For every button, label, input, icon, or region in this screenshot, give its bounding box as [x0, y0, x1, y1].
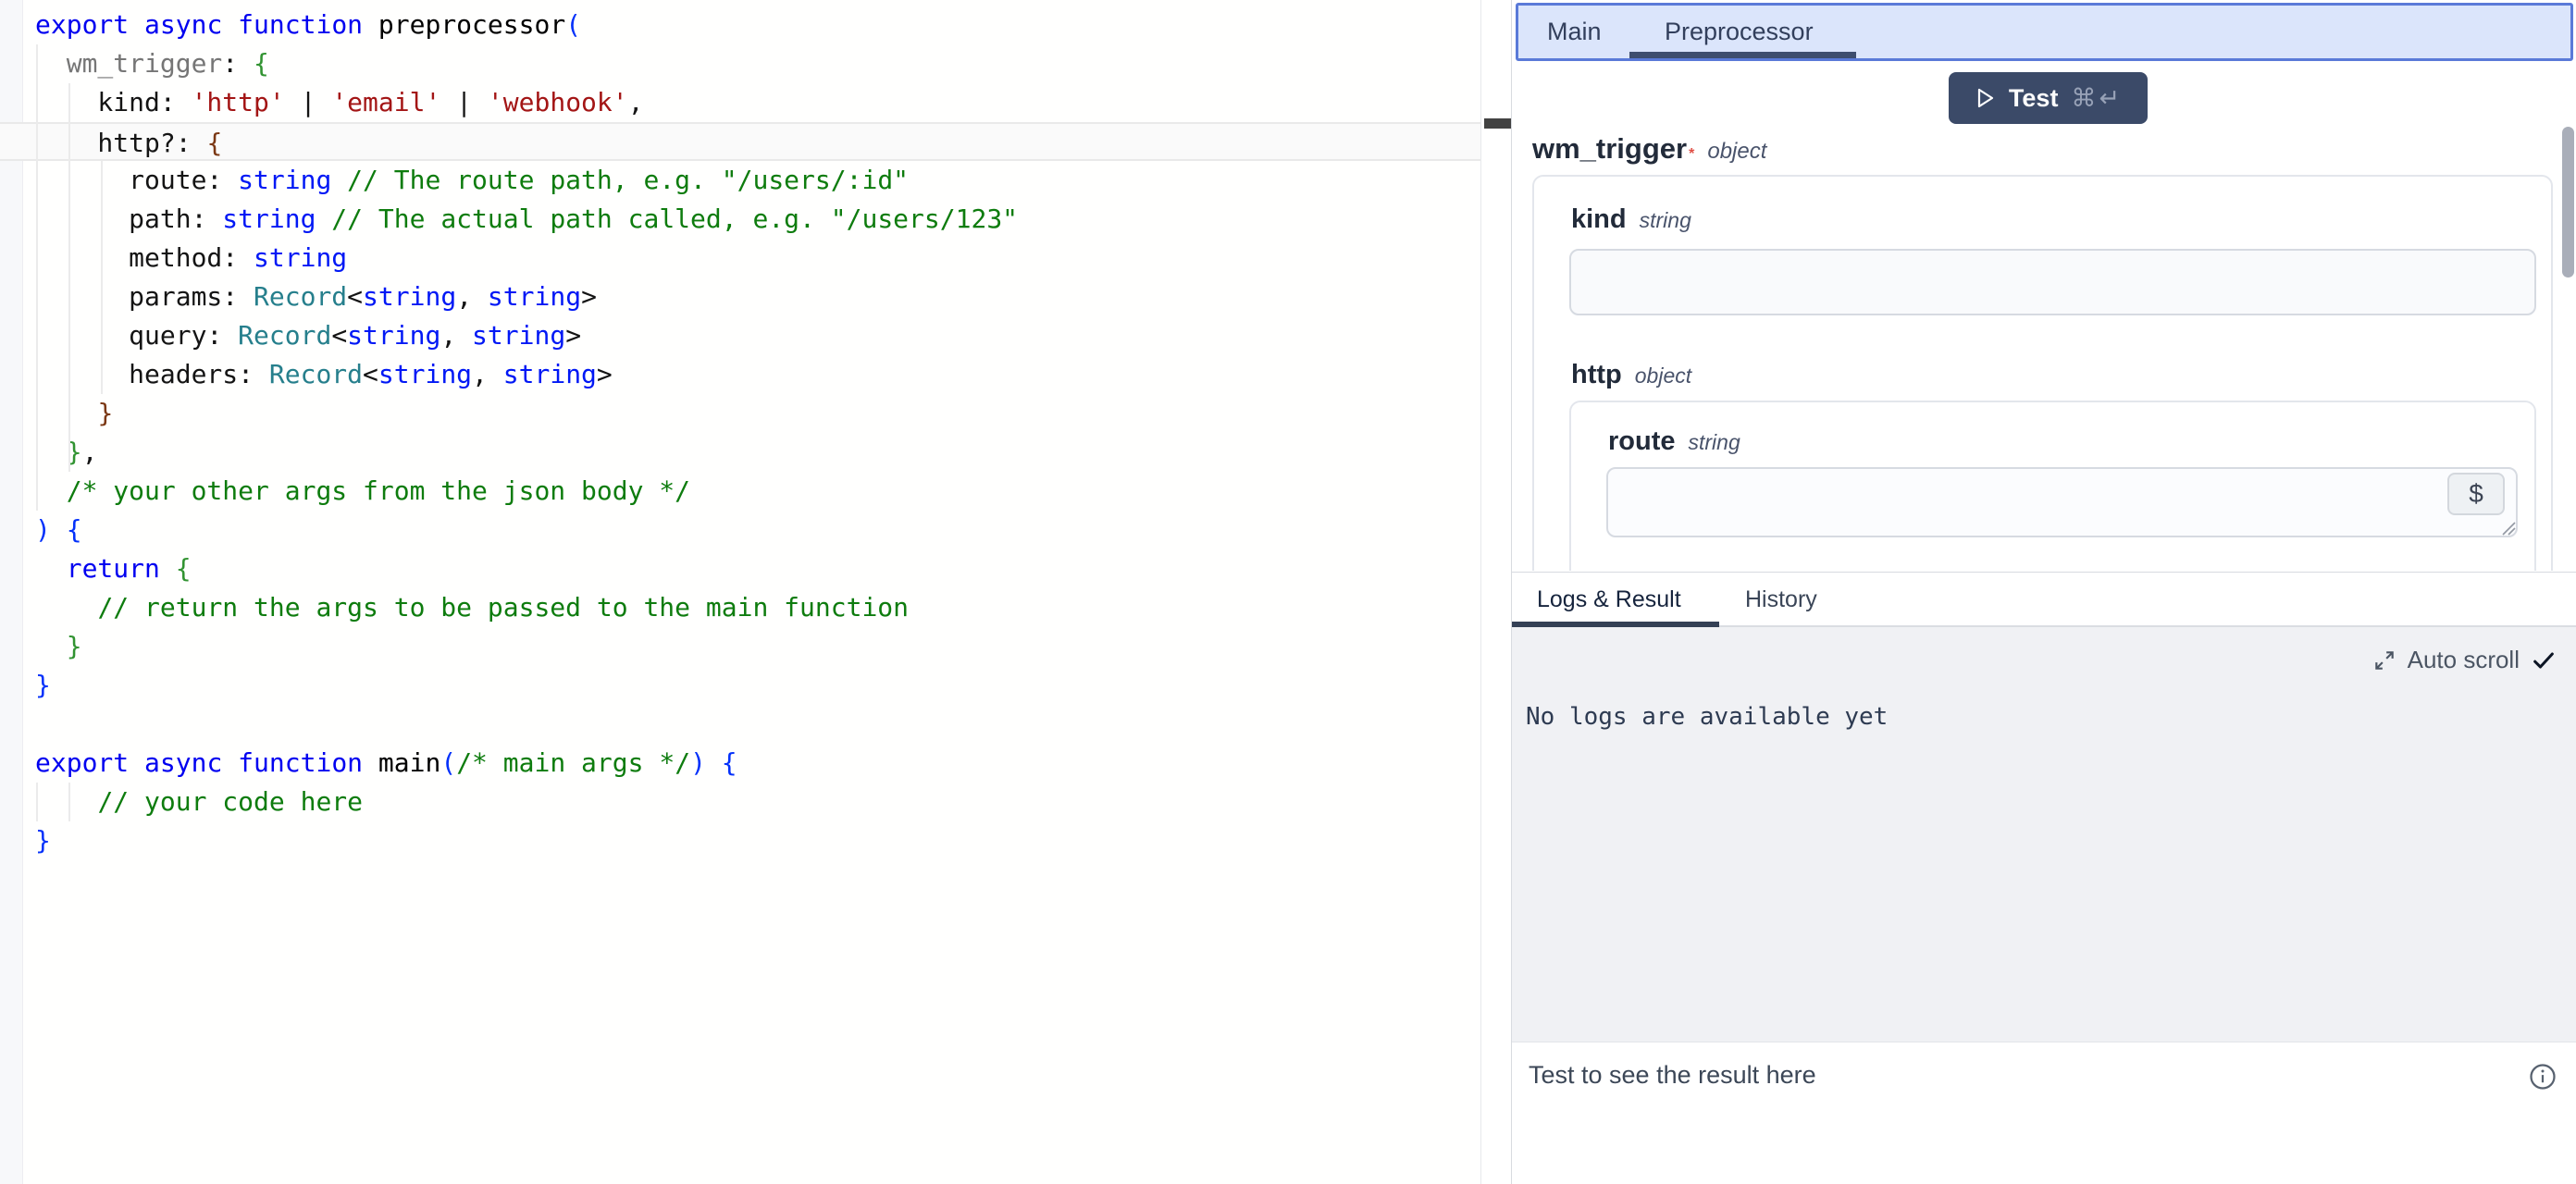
check-icon — [2531, 648, 2557, 673]
auto-scroll-label: Auto scroll — [2408, 646, 2520, 674]
code-line: }, — [0, 433, 1480, 472]
field-name: wm_trigger — [1532, 132, 1687, 166]
indent-guide — [36, 783, 38, 821]
test-shortcut: ⌘↵ — [2071, 84, 2123, 113]
required-marker: * — [1689, 146, 1694, 163]
code-line: } — [0, 394, 1480, 433]
field-type: object — [1635, 364, 1691, 388]
field-type: string — [1689, 430, 1740, 455]
editor-scrollbar-track[interactable] — [1481, 0, 1511, 1184]
editor-cursor-overview-marker — [1484, 118, 1511, 129]
form-scrollbar-thumb[interactable] — [2562, 127, 2574, 278]
code-line: query: Record<string, string> — [0, 316, 1480, 355]
code-line: kind: 'http' | 'email' | 'webhook', — [0, 83, 1480, 122]
route-input[interactable] — [1606, 467, 2518, 537]
code-line: export async function preprocessor( — [0, 6, 1480, 44]
kind-input[interactable] — [1569, 249, 2536, 315]
test-panel: Main Preprocessor Test ⌘↵ wm_trigger* ob… — [1511, 0, 2576, 1184]
test-button[interactable]: Test ⌘↵ — [1949, 72, 2148, 124]
logs-output: Auto scroll No logs are available yet — [1512, 627, 2576, 1042]
code-line: } — [0, 821, 1480, 860]
code-line: route: string // The route path, e.g. "/… — [0, 161, 1480, 200]
code-line: // return the args to be passed to the m… — [0, 588, 1480, 627]
expand-icon[interactable] — [2372, 648, 2396, 672]
auto-scroll-toggle[interactable]: Auto scroll — [2372, 646, 2557, 674]
no-logs-message: No logs are available yet — [1526, 703, 1888, 731]
field-type: string — [1640, 208, 1691, 233]
field-name: http — [1571, 360, 1622, 390]
code-line: ) { — [0, 511, 1480, 549]
code-lines: export async function preprocessor( wm_t… — [0, 6, 1480, 860]
code-line: } — [0, 666, 1480, 705]
code-line: params: Record<string, string> — [0, 278, 1480, 316]
tab-history[interactable]: History — [1745, 573, 1817, 626]
field-name: route — [1608, 426, 1676, 457]
code-line: } — [0, 627, 1480, 666]
schema-form: wm_trigger* object kind string http obje… — [1512, 123, 2576, 571]
result-placeholder: Test to see the result here — [1529, 1061, 1816, 1090]
test-button-label: Test — [2009, 84, 2059, 113]
resize-handle-icon[interactable] — [2499, 519, 2516, 536]
indent-guide — [68, 783, 70, 821]
field-route: route string — [1608, 426, 1740, 457]
script-editor-page: export async function preprocessor( wm_t… — [0, 0, 2576, 1184]
info-icon[interactable] — [2529, 1063, 2557, 1091]
code-line: wm_trigger: { — [0, 44, 1480, 83]
field-http: http object — [1571, 360, 1691, 390]
tab-main[interactable]: Main — [1547, 6, 1602, 58]
code-line: return { — [0, 549, 1480, 588]
function-tab-bar: Main Preprocessor — [1516, 3, 2573, 61]
code-editor[interactable]: export async function preprocessor( wm_t… — [0, 0, 1481, 1184]
indent-guide — [36, 44, 38, 511]
play-icon — [1974, 87, 1996, 109]
code-line — [0, 705, 1480, 744]
tab-logs-result[interactable]: Logs & Result — [1537, 573, 1681, 626]
indent-guide — [101, 161, 103, 394]
logs-section: Logs & Result History Auto scroll — [1512, 572, 2576, 1184]
code-line: headers: Record<string, string> — [0, 355, 1480, 394]
code-line: method: string — [0, 239, 1480, 278]
http-group: route string $ path — [1569, 401, 2536, 571]
code-line: export async function main(/* main args … — [0, 744, 1480, 783]
field-type: object — [1707, 139, 1766, 165]
field-wm-trigger: wm_trigger* object — [1532, 132, 1766, 166]
code-line: http?: { — [0, 122, 1480, 161]
field-name: kind — [1571, 204, 1627, 235]
code-line: /* your other args from the json body */ — [0, 472, 1480, 511]
code-line: // your code here — [0, 783, 1480, 821]
tab-preprocessor[interactable]: Preprocessor — [1665, 6, 1814, 58]
logs-tab-bar: Logs & Result History — [1512, 572, 2576, 627]
insert-variable-button[interactable]: $ — [2447, 473, 2505, 515]
tab-active-underline — [1629, 52, 1856, 58]
wm-trigger-group: kind string http object route string $ — [1532, 175, 2553, 571]
code-line: path: string // The actual path called, … — [0, 200, 1480, 239]
field-kind: kind string — [1571, 204, 1691, 235]
result-area: Test to see the result here — [1512, 1042, 2576, 1184]
indent-guide — [68, 83, 70, 472]
